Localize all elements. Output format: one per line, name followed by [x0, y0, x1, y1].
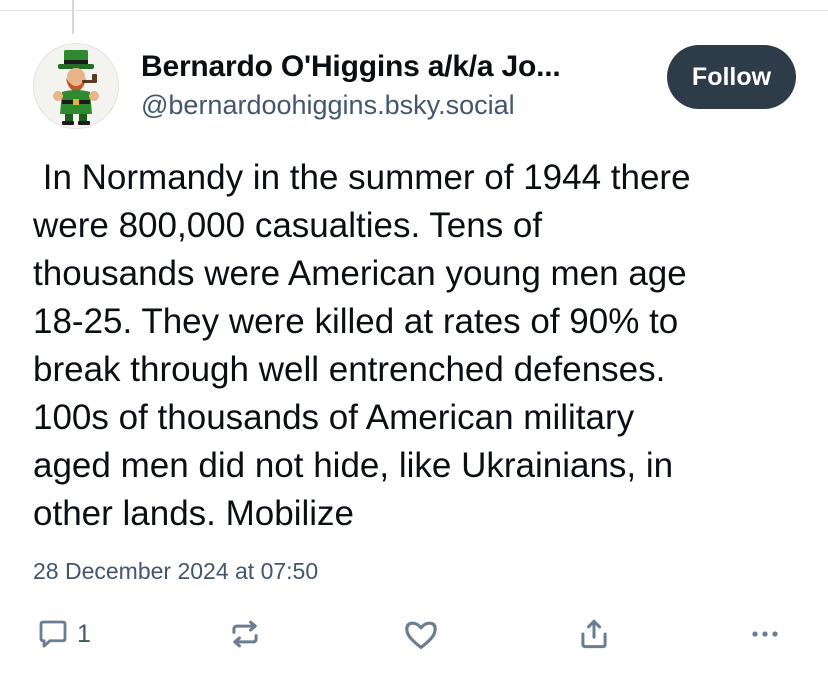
- author-handle[interactable]: @bernardoohiggins.bsky.social: [141, 90, 515, 121]
- post-text-line: 18-25. They were killed at rates of 90% …: [33, 302, 679, 341]
- like-button[interactable]: [401, 612, 441, 656]
- post-text-line: were 800,000 casualties. Tens of: [33, 206, 543, 245]
- post-text-line: thousands were American young men age: [33, 254, 687, 293]
- post-text-line: break through well entrenched defenses.: [33, 350, 666, 389]
- more-icon: [752, 631, 778, 637]
- top-divider: [0, 10, 828, 11]
- repost-button[interactable]: [226, 612, 264, 656]
- share-button[interactable]: [575, 612, 613, 656]
- post-text-line: 100s of thousands of American military: [33, 398, 635, 437]
- post-text: In Normandy in the summer of 1944 there …: [33, 154, 803, 538]
- post-timestamp[interactable]: 28 December 2024 at 07:50: [33, 558, 318, 585]
- repost-icon: [232, 620, 258, 648]
- heart-icon: [405, 621, 437, 649]
- post-text-line: other lands. Mobilize: [33, 494, 354, 533]
- display-name[interactable]: Bernardo O'Higgins a/k/a Jo...: [141, 50, 641, 84]
- reply-icon: [39, 620, 67, 648]
- reply-count: 1: [77, 619, 91, 648]
- follow-button[interactable]: Follow: [667, 45, 796, 109]
- avatar[interactable]: [33, 43, 119, 129]
- leprechaun-avatar-icon: [34, 44, 118, 128]
- share-icon: [581, 619, 607, 649]
- post-text-line: In Normandy in the summer of 1944 there: [33, 158, 691, 197]
- action-bar: 1: [0, 612, 828, 656]
- more-options-button[interactable]: [745, 612, 785, 656]
- post-text-line: aged men did not hide, like Ukrainians, …: [33, 446, 674, 485]
- reply-button[interactable]: 1: [35, 612, 91, 656]
- thread-line: [72, 0, 74, 34]
